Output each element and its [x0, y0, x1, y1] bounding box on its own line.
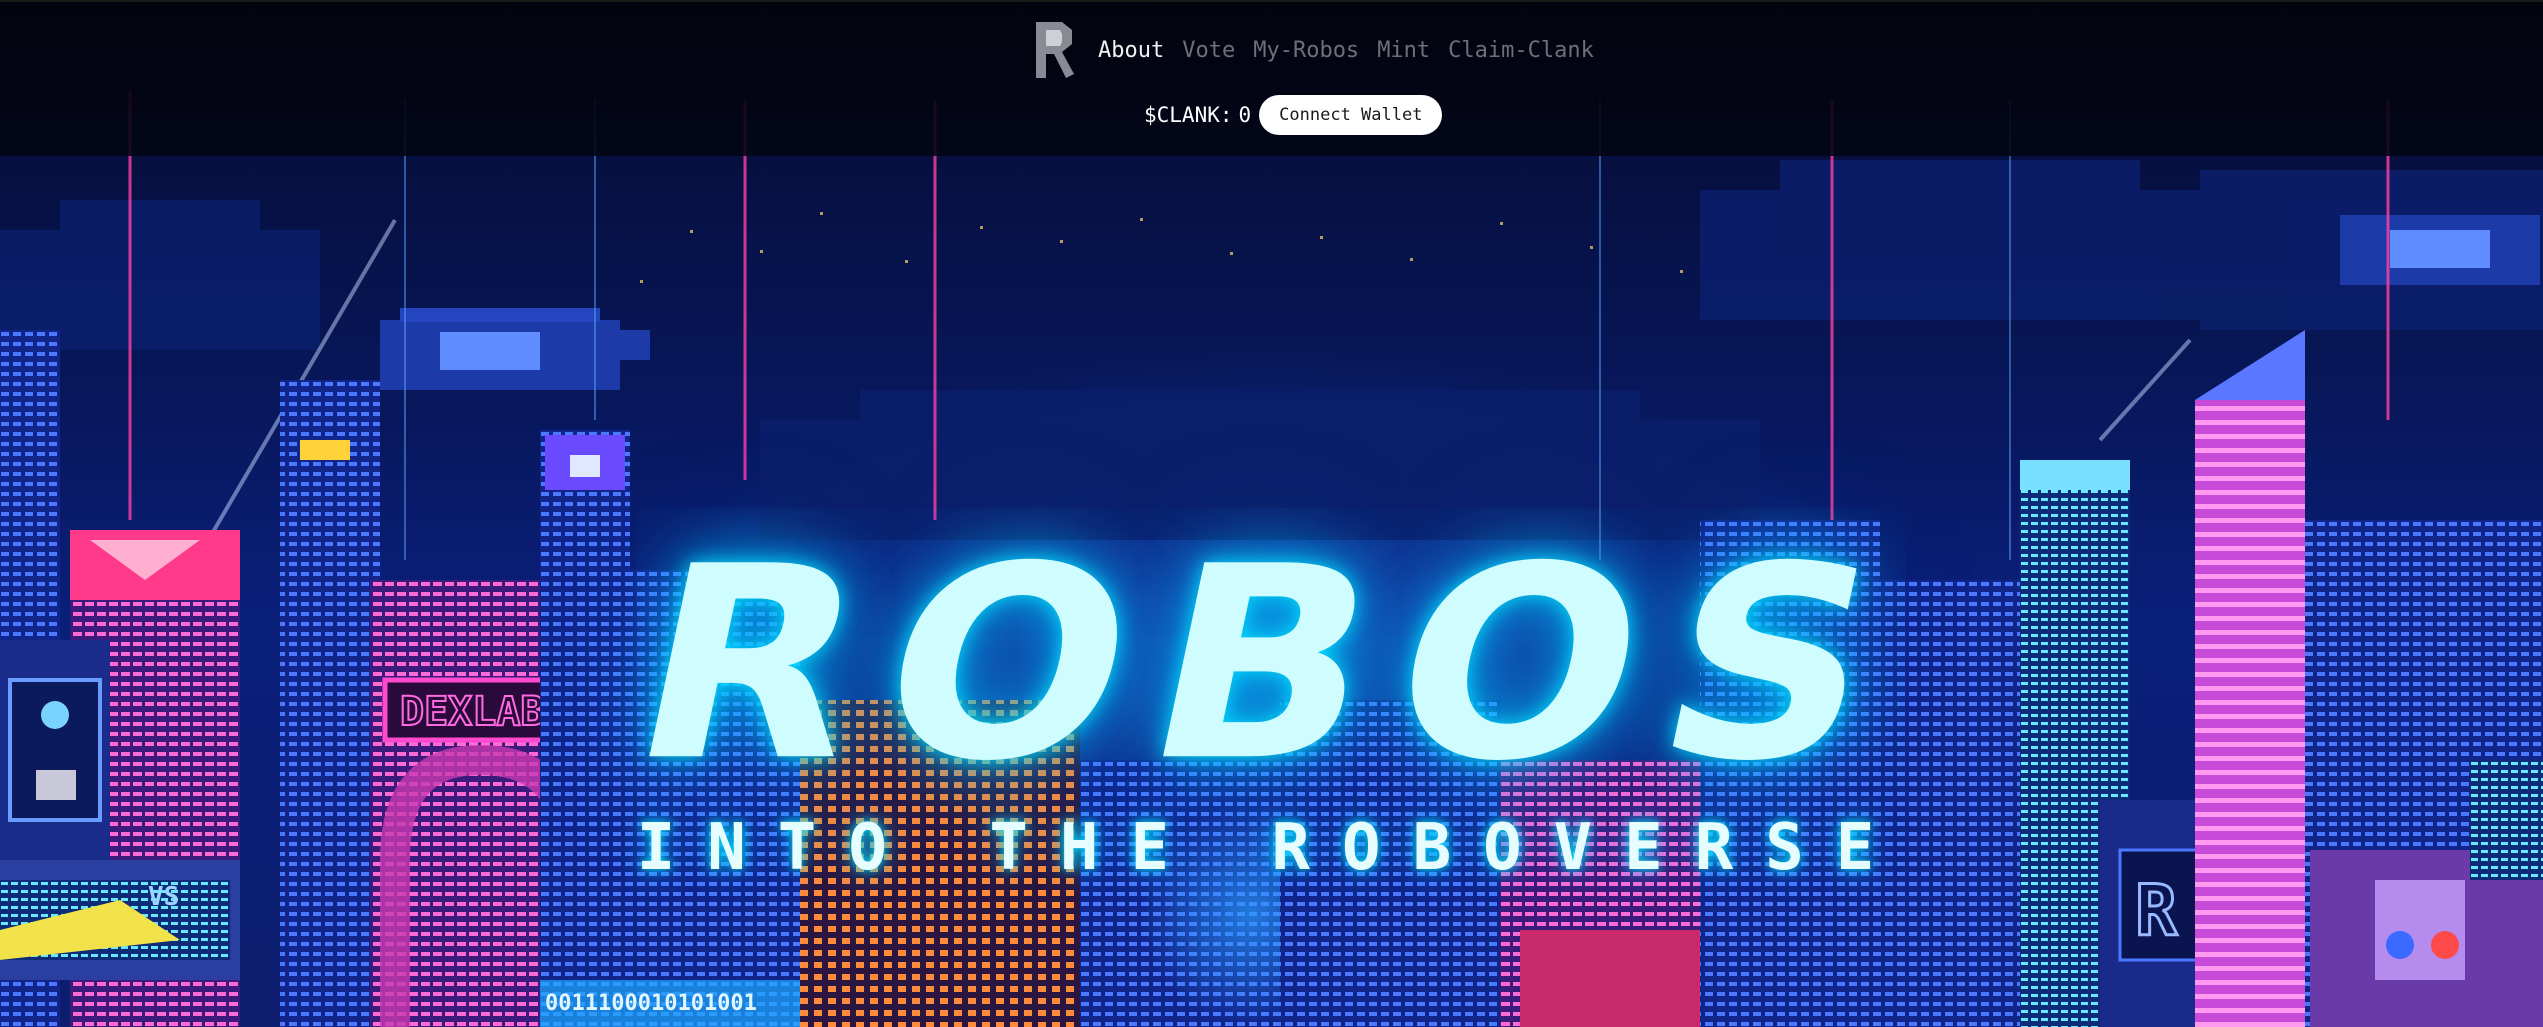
stars — [640, 212, 1683, 283]
page: VS DEXLAB 0011100010101001 R ROBOS INTO … — [0, 0, 2543, 1027]
nav-my-robos-link[interactable]: My-Robos — [1253, 38, 1359, 63]
site-header: About Vote My-Robos Mint Claim-Clank $CL… — [0, 0, 2543, 156]
nav-claim-clank-link[interactable]: Claim-Clank — [1448, 38, 1594, 63]
wallet-bar: $CLANK: 0 Connect Wallet — [1144, 94, 1443, 136]
main-nav: About Vote My-Robos Mint Claim-Clank — [1036, 20, 1594, 80]
nav-mint-link[interactable]: Mint — [1377, 38, 1430, 63]
hero-title: ROBOS — [610, 510, 1933, 820]
robos-r-logo-icon[interactable] — [1036, 22, 1076, 78]
clank-balance-value: 0 — [1238, 103, 1252, 127]
clank-balance-label: $CLANK: — [1144, 103, 1233, 127]
nav-about-link[interactable]: About — [1098, 38, 1164, 63]
blimp-left — [380, 308, 650, 390]
nav-vote-link[interactable]: Vote — [1182, 38, 1235, 63]
blimp-right — [2340, 215, 2540, 285]
connect-wallet-button[interactable]: Connect Wallet — [1259, 95, 1443, 135]
binary-sign: 0011100010101001 — [545, 991, 757, 1016]
vs-sign: VS — [148, 882, 179, 912]
hero-subtitle: INTO THE ROBOVERSE — [636, 811, 1907, 885]
